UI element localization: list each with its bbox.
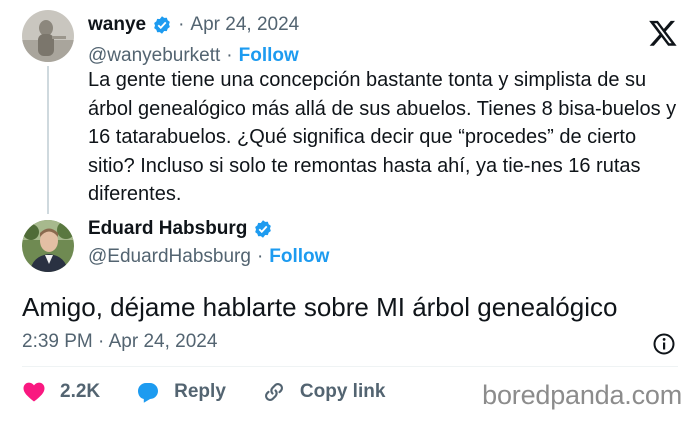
reply-handle-row: @EduardHabsburg · Follow xyxy=(88,246,329,268)
tweet-timestamp[interactable]: 2:39 PM · Apr 24, 2024 xyxy=(22,331,217,353)
divider xyxy=(22,366,678,367)
avatar-eduard-habsburg[interactable] xyxy=(22,220,74,272)
reply-button[interactable]: Reply xyxy=(136,380,226,404)
heart-icon xyxy=(23,382,45,402)
separator-dot: · xyxy=(178,14,185,35)
verified-badge-icon xyxy=(255,220,272,238)
like-count: 2.2K xyxy=(60,381,101,402)
action-bar: 2.2K Reply Copy link xyxy=(22,380,421,404)
avatar-wanye[interactable] xyxy=(22,10,74,62)
reply-icon xyxy=(138,383,159,403)
quoted-handle-row: @wanyeburkett · Follow xyxy=(88,45,299,67)
watermark: boredpanda.com xyxy=(482,380,682,410)
follow-button[interactable]: Follow xyxy=(239,45,299,67)
verified-badge-icon xyxy=(154,16,170,34)
like-button[interactable]: 2.2K xyxy=(22,380,100,404)
reply-tweet-text: Amigo, déjame hablarte sobre MI árbol ge… xyxy=(22,292,618,322)
reply-header: Eduard Habsburg xyxy=(88,218,273,240)
reply-label: Reply xyxy=(174,381,226,402)
tweet-date[interactable]: Apr 24, 2024 xyxy=(190,14,299,36)
quoted-header: wanye · Apr 24, 2024 xyxy=(88,14,299,36)
separator-dot: · xyxy=(256,246,264,267)
copy-link-button[interactable]: Copy link xyxy=(262,380,386,404)
author-handle[interactable]: @wanyeburkett xyxy=(88,45,220,67)
tweet-card: wanye · Apr 24, 2024 @wanyeburkett · Fol… xyxy=(0,0,700,421)
author-handle[interactable]: @EduardHabsburg xyxy=(88,246,251,268)
follow-button[interactable]: Follow xyxy=(269,246,329,268)
link-icon xyxy=(264,383,283,401)
author-name[interactable]: wanye xyxy=(88,14,146,36)
separator-dot: · xyxy=(226,45,233,66)
x-logo-icon[interactable] xyxy=(648,18,678,48)
info-icon[interactable] xyxy=(652,332,676,356)
author-name[interactable]: Eduard Habsburg xyxy=(88,218,247,240)
quoted-tweet-text: La gente tiene una concepción bastante t… xyxy=(88,69,677,205)
thread-line xyxy=(47,66,49,214)
copy-link-label: Copy link xyxy=(299,381,386,402)
